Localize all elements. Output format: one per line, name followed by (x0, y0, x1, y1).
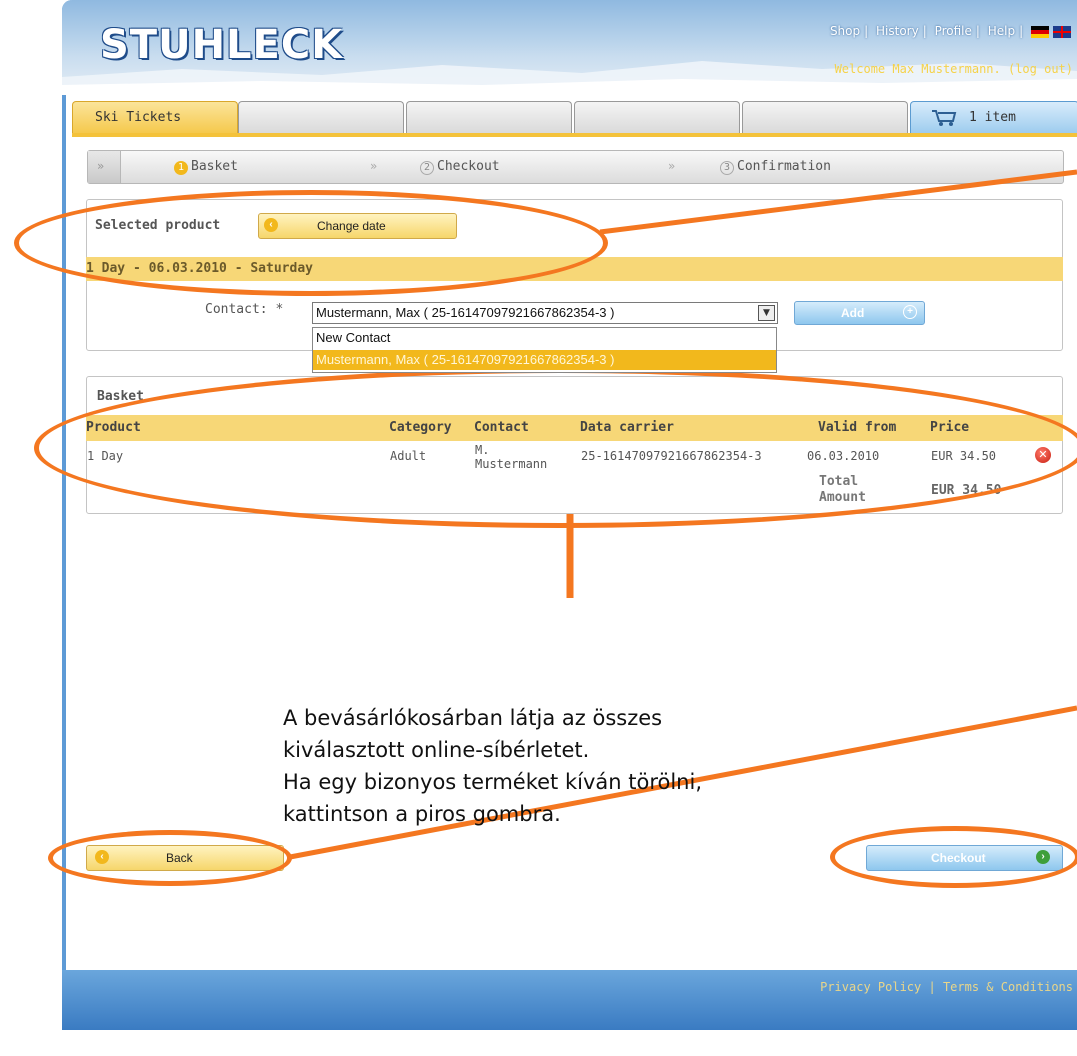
annotation-line: kattintson a piros gombra. (283, 802, 561, 826)
annotation-note: A bevásárlókosárban látja az összes kivá… (283, 702, 823, 830)
annotation-line: kiválasztott online-síbérletet. (283, 738, 590, 762)
annotation-line: Ha egy bizonyos terméket kíván törölni, (283, 770, 702, 794)
annotation-lines (289, 169, 1077, 860)
dropdown-option-new-contact[interactable]: New Contact (316, 330, 390, 345)
dropdown-option-selected[interactable]: Mustermann, Max ( 25-1614709792166786235… (313, 350, 776, 370)
dropdown-option-label: Mustermann, Max ( 25-1614709792166786235… (316, 352, 615, 367)
annotation-line: A bevásárlókosárban látja az összes (283, 706, 663, 730)
contact-dropdown-list: New Contact Mustermann, Max ( 25-1614709… (312, 327, 777, 373)
pointer-line-top (599, 169, 1077, 235)
